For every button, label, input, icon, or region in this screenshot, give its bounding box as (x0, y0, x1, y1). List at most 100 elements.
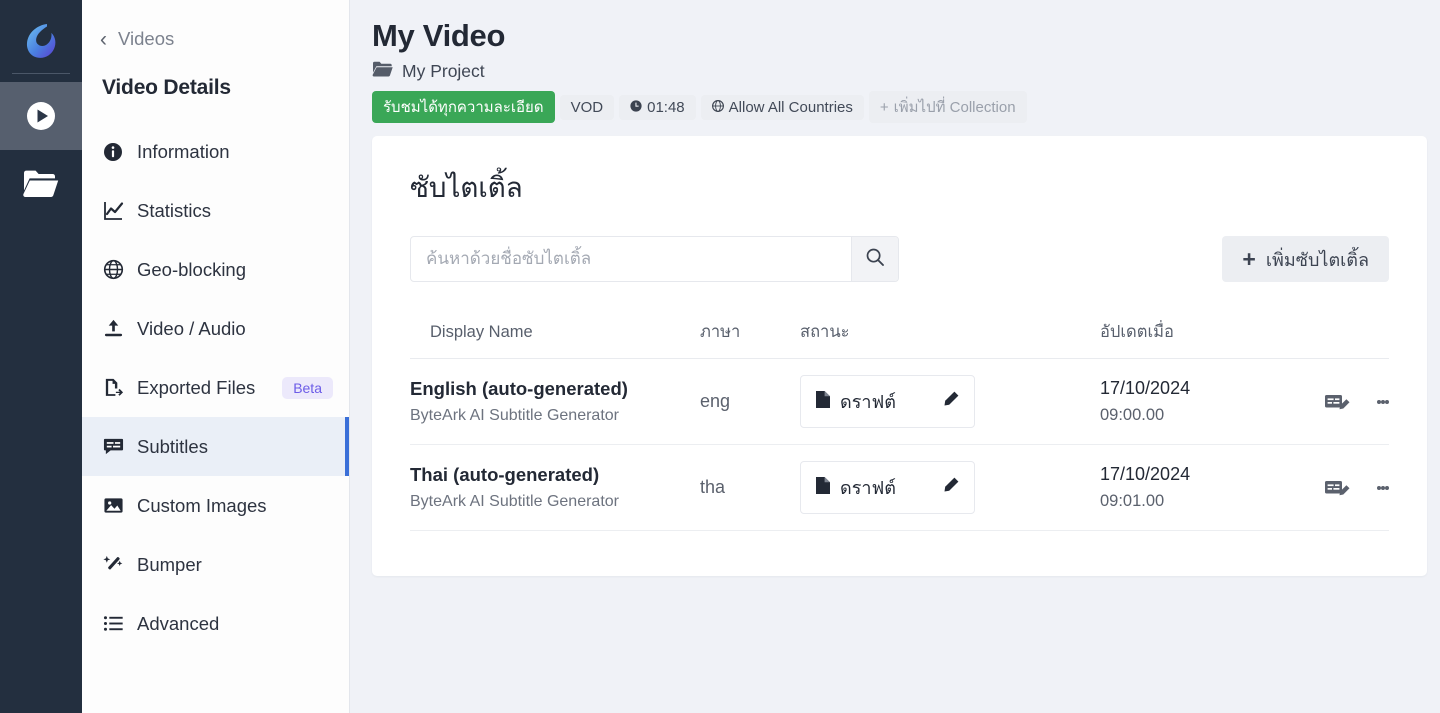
chip-label: Allow All Countries (728, 98, 853, 116)
list-icon (102, 613, 124, 635)
info-circle-icon (102, 141, 124, 163)
cell-display-name: English (auto-generated) ByteArk AI Subt… (410, 358, 700, 445)
chip-vod-type: VOD (559, 94, 615, 120)
chip-duration: 01:48 (619, 94, 696, 120)
cell-actions (1300, 444, 1389, 531)
sidebar-item-subtitles[interactable]: Subtitles (82, 417, 349, 476)
subtitle-source: ByteArk AI Subtitle Generator (410, 407, 619, 424)
column-display-name: Display Name (410, 309, 700, 359)
table-header: Display Name ภาษา สถานะ อัปเดตเมื่อ (410, 309, 1389, 359)
video-details-nav: Information Statistics Geo-blocking Vide… (82, 122, 349, 653)
subtitles-table: Display Name ภาษา สถานะ อัปเดตเมื่อ Engl… (410, 309, 1389, 531)
sidebar-item-label: Geo-blocking (137, 258, 247, 280)
folder-open-icon (372, 60, 393, 82)
cell-language: eng (700, 358, 800, 445)
kebab-menu-icon[interactable] (1377, 483, 1389, 492)
sidebar-item-information[interactable]: Information (82, 122, 349, 181)
status-label: ดราฟต์ (840, 478, 896, 498)
sidebar-item-advanced[interactable]: Advanced (82, 594, 349, 653)
status-badge[interactable]: ดราฟต์ (800, 375, 975, 428)
updated-time: 09:01.00 (1100, 492, 1165, 510)
chip-geo-policy: Allow All Countries (700, 94, 864, 120)
caption-edit-icon[interactable] (1324, 391, 1351, 413)
app-root: ‹ Videos Video Details Information Stati… (0, 0, 1440, 713)
rail-item-projects[interactable] (0, 150, 82, 218)
main-content: My Video My Project รับชมได้ทุกความละเอี… (350, 0, 1440, 713)
caption-edit-icon[interactable] (1324, 477, 1351, 499)
cell-display-name: Thai (auto-generated) ByteArk AI Subtitl… (410, 444, 700, 531)
sidebar-item-bumper[interactable]: Bumper (82, 535, 349, 594)
cell-language: tha (700, 444, 800, 531)
search-icon (865, 247, 885, 272)
sidebar-item-exported-files[interactable]: Exported Files Beta (82, 358, 349, 417)
subtitle-search (410, 236, 899, 282)
sidebar-item-label: Information (137, 140, 230, 162)
sidebar-item-custom-images[interactable]: Custom Images (82, 476, 349, 535)
plus-icon: + (1242, 245, 1256, 272)
breadcrumb[interactable]: My Project (372, 60, 1406, 82)
globe-small-icon (711, 99, 724, 116)
upload-icon (102, 318, 124, 340)
cell-updated-at: 17/10/2024 09:01.00 (1100, 444, 1300, 531)
page-title: My Video (372, 18, 506, 53)
status-badge[interactable]: ดราฟต์ (800, 461, 975, 514)
subtitle-name: English (auto-generated) (410, 378, 628, 399)
kebab-menu-icon[interactable] (1377, 397, 1389, 406)
sidebar-item-video-audio[interactable]: Video / Audio (82, 299, 349, 358)
add-subtitle-label: เพิ่มซับไตเติ้ล (1265, 249, 1369, 270)
primary-icon-rail (0, 0, 82, 713)
folder-icon (23, 170, 59, 197)
search-input[interactable] (411, 237, 851, 281)
cell-updated-at: 17/10/2024 09:00.00 (1100, 358, 1300, 445)
table-row[interactable]: English (auto-generated) ByteArk AI Subt… (410, 358, 1389, 445)
table-body: English (auto-generated) ByteArk AI Subt… (410, 358, 1389, 531)
column-updated-at: อัปเดตเมื่อ (1100, 309, 1300, 359)
status-label: ดราฟต์ (840, 392, 896, 412)
cell-status: ดราฟต์ (800, 358, 1100, 445)
image-icon (102, 495, 124, 517)
sidebar-item-label: Custom Images (137, 494, 267, 516)
subtitles-card: ซับไตเติ้ล + เพิ่มซับไตเติ้ล (372, 136, 1427, 576)
sidebar-item-statistics[interactable]: Statistics (82, 181, 349, 240)
chip-label: เพิ่มไปที่ Collection (893, 99, 1016, 116)
sidebar-item-label: Subtitles (137, 435, 208, 457)
sidebar-item-label: Exported Files (137, 376, 256, 398)
magic-wand-icon (102, 554, 124, 576)
file-export-icon (102, 377, 124, 399)
chip-resolution: รับชมได้ทุกความละเอียด (372, 91, 555, 123)
column-actions (1300, 309, 1389, 359)
back-to-videos-link[interactable]: ‹ Videos (82, 22, 349, 56)
language-code: tha (700, 477, 726, 497)
sidebar-title: Video Details (102, 76, 231, 99)
search-button[interactable] (851, 237, 898, 281)
beta-badge: Beta (282, 376, 333, 399)
subtitles-toolbar: + เพิ่มซับไตเติ้ล (410, 236, 1389, 282)
subtitles-icon (102, 436, 124, 458)
subtitle-source: ByteArk AI Subtitle Generator (410, 493, 619, 510)
document-icon (815, 476, 831, 500)
sidebar-item-geo-blocking[interactable]: Geo-blocking (82, 240, 349, 299)
column-language: ภาษา (700, 309, 800, 359)
sidebar-item-label: Video / Audio (137, 317, 246, 339)
pencil-icon[interactable] (941, 476, 960, 500)
pencil-icon[interactable] (941, 390, 960, 414)
chip-label: รับชมได้ทุกความละเอียด (383, 99, 544, 116)
back-link-label: Videos (118, 28, 175, 49)
table-header-row: Display Name ภาษา สถานะ อัปเดตเมื่อ (410, 309, 1389, 359)
chip-label: 01:48 (647, 98, 685, 116)
video-details-sidebar: ‹ Videos Video Details Information Stati… (82, 0, 350, 713)
video-meta-chips: รับชมได้ทุกความละเอียด VOD 01:48 Allow A… (372, 91, 1406, 123)
document-icon (815, 390, 831, 414)
chip-add-to-collection[interactable]: + เพิ่มไปที่ Collection (868, 91, 1027, 123)
bytearkstream-logo[interactable] (0, 0, 82, 82)
cell-actions (1300, 358, 1389, 445)
table-row[interactable]: Thai (auto-generated) ByteArk AI Subtitl… (410, 444, 1389, 531)
updated-date: 17/10/2024 (1100, 378, 1191, 398)
chip-label: VOD (570, 98, 604, 116)
add-subtitle-button[interactable]: + เพิ่มซับไตเติ้ล (1222, 236, 1389, 282)
play-circle-icon (27, 102, 55, 130)
globe-icon (102, 259, 124, 281)
chart-line-icon (102, 200, 124, 222)
rail-item-videos[interactable] (0, 82, 82, 150)
chevron-left-icon: ‹ (100, 27, 107, 51)
